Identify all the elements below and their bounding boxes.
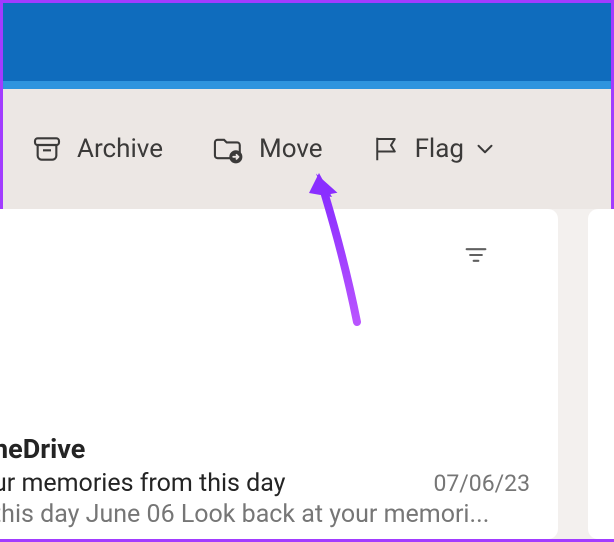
header-accent [3, 81, 611, 89]
folder-move-icon [211, 133, 245, 165]
email-subject: ur memories from this day [0, 469, 286, 498]
flag-button[interactable]: Flag [371, 133, 498, 165]
action-toolbar: Archive Move Flag [3, 89, 611, 209]
archive-label: Archive [77, 134, 163, 164]
archive-button[interactable]: Archive [31, 133, 163, 165]
move-label: Move [259, 134, 323, 164]
flag-icon [371, 133, 401, 165]
email-date: 07/06/23 [433, 470, 530, 497]
email-list-panel: neDrive ur memories from this day 07/06/… [0, 209, 558, 539]
filter-icon[interactable] [462, 241, 490, 273]
email-sender: neDrive [0, 433, 530, 465]
flag-label: Flag [415, 134, 464, 164]
reading-pane-edge [588, 209, 614, 539]
email-list-item[interactable]: neDrive ur memories from this day 07/06/… [0, 433, 558, 529]
move-button[interactable]: Move [211, 133, 323, 165]
archive-icon [31, 133, 63, 165]
email-preview: this day June 06 Look back at your memor… [0, 500, 530, 529]
app-header [3, 3, 611, 81]
content-area: neDrive ur memories from this day 07/06/… [3, 209, 611, 539]
chevron-down-icon[interactable] [472, 136, 498, 162]
